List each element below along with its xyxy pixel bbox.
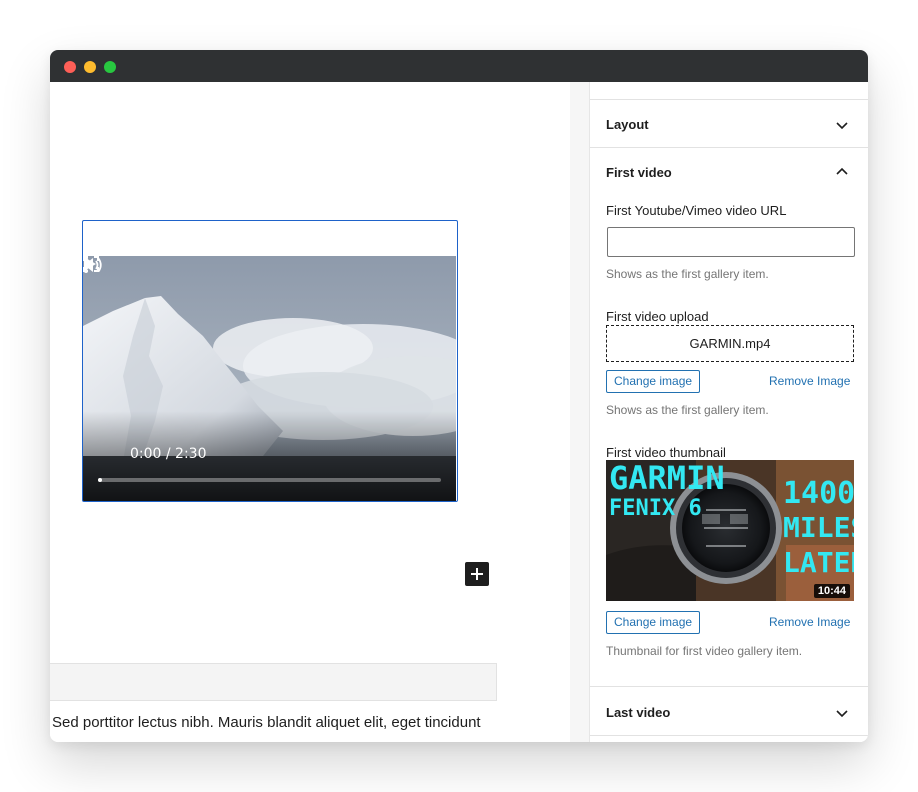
first-video-thumbnail-label: First video thumbnail (606, 445, 726, 460)
thumbnail-duration-badge: 10:44 (813, 584, 850, 598)
panel-divider (590, 735, 868, 736)
thumbnail-text-1400: 1400 (783, 476, 854, 511)
add-block-button[interactable] (465, 562, 489, 586)
chevron-up-icon[interactable] (834, 164, 850, 180)
minimize-window-button[interactable] (84, 61, 96, 73)
canvas-gutter (570, 82, 589, 742)
editor-canvas: 0:00 / 2:30 Sed porttitor lectus nibh. M… (50, 82, 570, 742)
video-progress-fill (98, 478, 102, 482)
first-video-url-label: First Youtube/Vimeo video URL (606, 203, 787, 218)
thumbnail-text-later: LATER (783, 546, 854, 579)
video-player[interactable]: 0:00 / 2:30 (83, 256, 456, 501)
thumbnail-text-fenix: FENIX 6 (609, 496, 702, 521)
close-window-button[interactable] (64, 61, 76, 73)
first-video-upload-help: Shows as the first gallery item. (606, 403, 769, 417)
first-video-url-input[interactable] (607, 227, 855, 257)
thumbnail-text-miles: MILES (783, 511, 854, 544)
block-placeholder[interactable] (50, 663, 497, 701)
first-video-upload-dropzone[interactable]: GARMIN.mp4 (606, 325, 854, 362)
panel-title-first-video[interactable]: First video (606, 165, 672, 180)
panel-title-last-video[interactable]: Last video (606, 705, 670, 720)
plus-icon (471, 568, 483, 580)
first-video-thumbnail-help: Thumbnail for first video gallery item. (606, 644, 803, 658)
upload-filename: GARMIN.mp4 (689, 336, 771, 351)
thumbnail-change-image-button[interactable]: Change image (606, 611, 701, 634)
chevron-down-icon[interactable] (834, 705, 850, 721)
zoom-window-button[interactable] (104, 61, 116, 73)
first-video-thumbnail-image[interactable]: GARMIN FENIX 6 1400 MILES LATER 10:44 (606, 460, 854, 601)
video-block[interactable]: 0:00 / 2:30 (82, 220, 458, 502)
panel-title-layout[interactable]: Layout (606, 117, 649, 132)
window-titlebar (50, 50, 868, 82)
app-window: 0:00 / 2:30 Sed porttitor lectus nibh. M… (50, 50, 868, 742)
panel-divider (590, 99, 868, 100)
video-progress-bar[interactable] (98, 478, 441, 482)
chevron-down-icon[interactable] (834, 117, 850, 133)
upload-change-image-button[interactable]: Change image (606, 370, 701, 393)
paragraph-block[interactable]: Sed porttitor lectus nibh. Mauris blandi… (52, 714, 481, 731)
first-video-url-help: Shows as the first gallery item. (606, 267, 769, 281)
thumbnail-text-garmin: GARMIN (609, 460, 725, 497)
panel-divider (590, 147, 868, 148)
video-time-display: 0:00 / 2:30 (130, 446, 207, 462)
settings-sidebar: Layout First video First Youtube/Vimeo v… (589, 82, 868, 742)
more-options-icon[interactable] (83, 256, 89, 274)
upload-remove-image-link[interactable]: Remove Image (769, 374, 850, 388)
panel-divider (590, 686, 868, 687)
thumbnail-remove-image-link[interactable]: Remove Image (769, 615, 850, 629)
first-video-upload-label: First video upload (606, 309, 709, 324)
